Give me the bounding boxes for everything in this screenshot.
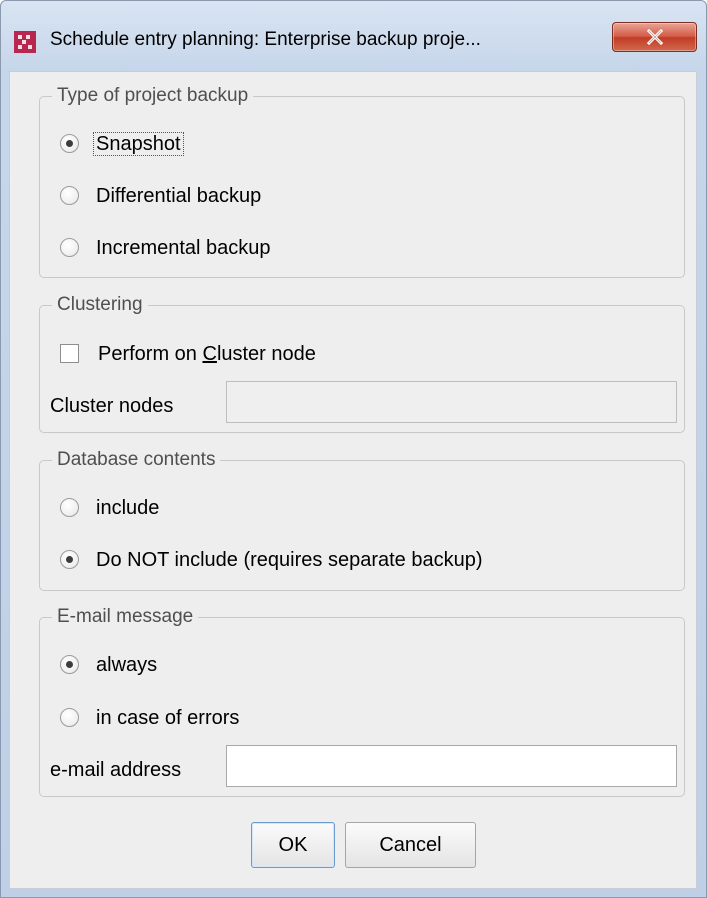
email-address-field[interactable] <box>226 745 677 787</box>
radio-include[interactable]: include <box>60 494 360 522</box>
backup-type-legend: Type of project backup <box>52 85 254 107</box>
cluster-nodes-input <box>227 382 676 422</box>
cluster-node-checkbox-label: Perform on Cluster node <box>98 343 316 365</box>
radio-label-differential: Differential backup <box>96 185 262 207</box>
radio-always[interactable]: always <box>60 651 360 679</box>
radio-button[interactable] <box>60 238 79 257</box>
email-address-input[interactable] <box>227 746 676 786</box>
cluster-node-checkbox[interactable] <box>60 344 79 363</box>
clustering-group: Clustering Perform on Cluster node Clust… <box>39 294 685 433</box>
radio-button[interactable] <box>60 186 79 205</box>
radio-button[interactable] <box>60 550 79 569</box>
cancel-button[interactable]: Cancel <box>345 822 476 868</box>
radio-label-incremental: Incremental backup <box>96 237 271 259</box>
radio-button[interactable] <box>60 708 79 727</box>
radio-incremental-backup[interactable]: Incremental backup <box>60 234 360 262</box>
radio-button[interactable] <box>60 134 79 153</box>
email-message-group: E-mail message always in case of errors … <box>39 606 685 797</box>
radio-label-snapshot: Snapshot <box>93 132 184 156</box>
cluster-nodes-label: Cluster nodes <box>50 395 174 417</box>
radio-label-in-case-of-errors: in case of errors <box>96 707 240 729</box>
cluster-nodes-field <box>226 381 677 423</box>
title-bar[interactable]: Schedule entry planning: Enterprise back… <box>1 1 706 73</box>
radio-in-case-of-errors[interactable]: in case of errors <box>60 704 360 732</box>
radio-label-always: always <box>96 654 158 676</box>
cluster-node-checkbox-row[interactable]: Perform on Cluster node <box>60 340 390 368</box>
radio-label-include: include <box>96 497 160 519</box>
email-message-legend: E-mail message <box>52 606 199 628</box>
radio-label-do-not-include: Do NOT include (requires separate backup… <box>96 549 483 571</box>
radio-snapshot[interactable]: Snapshot <box>60 130 360 158</box>
backup-type-group: Type of project backup Snapshot Differen… <box>39 85 685 278</box>
close-button[interactable] <box>612 22 697 52</box>
ok-button[interactable]: OK <box>251 822 335 868</box>
window-title: Schedule entry planning: Enterprise back… <box>50 29 481 50</box>
app-logo-icon <box>14 31 36 53</box>
radio-do-not-include[interactable]: Do NOT include (requires separate backup… <box>60 546 620 574</box>
database-contents-legend: Database contents <box>52 449 221 471</box>
radio-button[interactable] <box>60 655 79 674</box>
clustering-legend: Clustering <box>52 294 148 316</box>
radio-button[interactable] <box>60 498 79 517</box>
radio-differential-backup[interactable]: Differential backup <box>60 182 360 210</box>
email-address-label: e-mail address <box>50 759 182 781</box>
database-contents-group: Database contents include Do NOT include… <box>39 449 685 591</box>
close-icon <box>646 29 664 45</box>
